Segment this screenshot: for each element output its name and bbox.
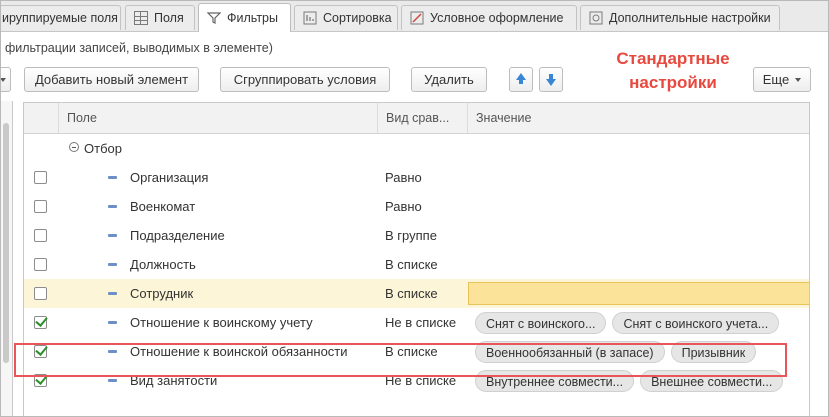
move-up-button[interactable] — [509, 67, 533, 92]
tab-grouped-fields[interactable]: ируппируемые поля — [1, 5, 121, 30]
table-row[interactable]: Сотрудник В списке — [24, 279, 809, 308]
funnel-icon — [206, 11, 222, 25]
table-row[interactable]: Военкомат Равно — [24, 192, 809, 221]
row-checkbox[interactable] — [34, 287, 47, 300]
field-item-icon — [108, 205, 117, 208]
arrow-up-icon — [516, 73, 526, 84]
grid-icon — [134, 11, 148, 25]
field-item-icon — [108, 234, 117, 237]
table-row[interactable]: Подразделение В группе — [24, 221, 809, 250]
delete-button[interactable]: Удалить — [411, 67, 487, 92]
standard-settings-annotation: Стандартные настройки — [616, 49, 730, 92]
tab-additional-settings[interactable]: Дополнительные настройки — [580, 5, 780, 30]
tab-grouped-fields-label: ируппируемые поля — [2, 11, 118, 25]
field-item-icon — [108, 321, 117, 324]
comparison-type[interactable]: В группе — [385, 221, 437, 250]
value-chip[interactable]: Снят с воинского учета... — [612, 312, 780, 334]
table-row[interactable]: Должность В списке — [24, 250, 809, 279]
chevron-down-icon — [795, 77, 802, 82]
field-item-icon — [108, 379, 117, 382]
more-button-label: Еще — [762, 72, 790, 87]
comparison-type[interactable]: В списке — [385, 337, 438, 366]
value-input[interactable] — [468, 282, 809, 305]
tab-fields-label: Поля — [154, 11, 184, 25]
format-icon — [410, 11, 424, 25]
tab-filters[interactable]: Фильтры — [198, 3, 291, 32]
gear-icon — [589, 11, 603, 25]
value-chip[interactable]: Снят с воинского... — [475, 312, 607, 334]
header-value[interactable]: Значение — [467, 103, 809, 133]
field-item-icon — [108, 263, 117, 266]
row-checkbox[interactable] — [34, 171, 47, 184]
field-name: Вид занятости — [130, 373, 218, 388]
header-comparison[interactable]: Вид срав... — [377, 103, 467, 133]
filter-table: Поле Вид срав... Значение Отбор Организа… — [23, 102, 810, 416]
header-field[interactable]: Поле — [58, 103, 377, 133]
value-chip[interactable]: Внешнее совмести... — [640, 370, 784, 392]
tab-conditional-format[interactable]: Условное оформление — [401, 5, 577, 30]
collapse-icon[interactable] — [69, 142, 79, 152]
tab-sorting-label: Сортировка — [323, 11, 392, 25]
group-row[interactable]: Отбор — [24, 134, 809, 163]
value-chip[interactable]: Внутреннее совмести... — [475, 370, 635, 392]
row-checkbox[interactable] — [34, 374, 47, 387]
field-name: Организация — [130, 170, 209, 185]
field-name: Военкомат — [130, 199, 196, 214]
value-chip[interactable]: Призывник — [670, 341, 757, 363]
chevron-down-icon — [1, 77, 6, 82]
field-name: Сотрудник — [130, 286, 194, 301]
comparison-type[interactable]: Равно — [385, 163, 422, 192]
group-row-label: Отбор — [84, 141, 122, 156]
more-button[interactable]: Еще — [753, 67, 811, 92]
row-checkbox[interactable] — [34, 229, 47, 242]
table-row[interactable]: Отношение к воинскому учету Не в списке Сн… — [24, 308, 809, 337]
field-item-icon — [108, 292, 117, 295]
header-checkbox-column — [24, 103, 58, 133]
group-conditions-button[interactable]: Сгруппировать условия — [220, 67, 390, 92]
table-header: Поле Вид срав... Значение — [24, 103, 809, 134]
value-chip[interactable]: Военнообязанный (в запасе) — [475, 341, 665, 363]
field-item-icon — [108, 350, 117, 353]
field-name: Подразделение — [130, 228, 225, 243]
comparison-type[interactable]: В списке — [385, 279, 438, 308]
row-checkbox[interactable] — [34, 316, 47, 329]
tab-additional-settings-label: Дополнительные настройки — [609, 11, 771, 25]
add-element-button[interactable]: Добавить новый элемент — [24, 67, 199, 92]
filter-description: фильтрации записей, выводимых в элементе… — [5, 41, 273, 55]
comparison-type[interactable]: В списке — [385, 250, 438, 279]
move-down-button[interactable] — [539, 67, 563, 92]
row-checkbox[interactable] — [34, 345, 47, 358]
table-row[interactable]: Организация Равно — [24, 163, 809, 192]
left-dropdown-button[interactable] — [1, 67, 11, 92]
row-checkbox[interactable] — [34, 258, 47, 271]
arrow-down-icon — [546, 74, 556, 86]
left-panel — [1, 101, 13, 416]
tab-conditional-format-label: Условное оформление — [430, 11, 564, 25]
tab-fields[interactable]: Поля — [125, 5, 195, 30]
comparison-type[interactable]: Не в списке — [385, 308, 456, 337]
table-row[interactable]: Отношение к воинской обязанности В списке… — [24, 337, 809, 366]
field-item-icon — [108, 176, 117, 179]
sort-icon — [303, 11, 317, 25]
tab-filters-label: Фильтры — [227, 11, 278, 25]
left-scrollbar[interactable] — [3, 123, 9, 363]
comparison-type[interactable]: Не в списке — [385, 366, 456, 395]
tab-bar: ируппируемые поля Поля Фильтры Сортировк… — [1, 1, 828, 32]
comparison-type[interactable]: Равно — [385, 192, 422, 221]
field-name: Должность — [130, 257, 196, 272]
settings-window: ируппируемые поля Поля Фильтры Сортировк… — [0, 0, 829, 417]
table-row[interactable]: Вид занятости Не в списке Внутреннее совме… — [24, 366, 809, 395]
tab-sorting[interactable]: Сортировка — [294, 5, 398, 30]
field-name: Отношение к воинской обязанности — [130, 344, 348, 359]
field-name: Отношение к воинскому учету — [130, 315, 313, 330]
row-checkbox[interactable] — [34, 200, 47, 213]
